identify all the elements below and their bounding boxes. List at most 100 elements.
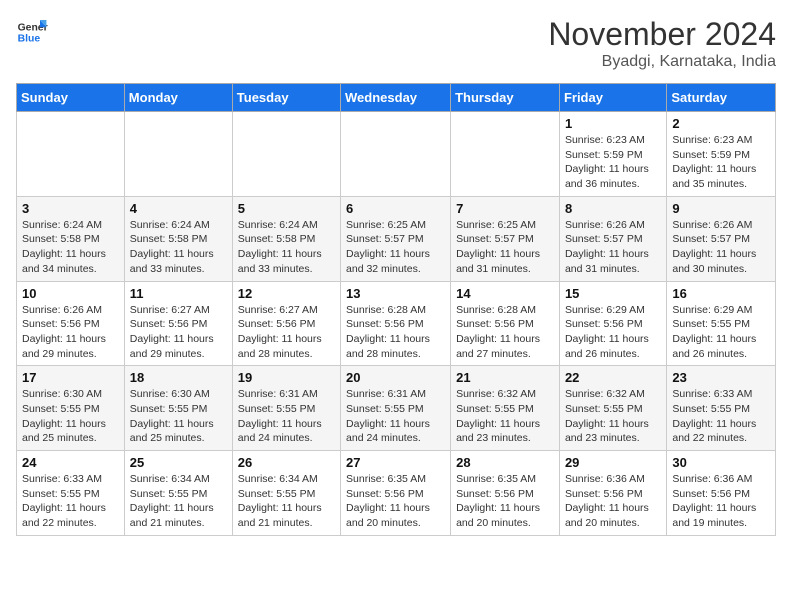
page-header: General Blue November 2024 Byadgi, Karna… bbox=[16, 16, 776, 71]
calendar-cell: 7Sunrise: 6:25 AM Sunset: 5:57 PM Daylig… bbox=[451, 196, 560, 281]
calendar-cell: 11Sunrise: 6:27 AM Sunset: 5:56 PM Dayli… bbox=[124, 281, 232, 366]
day-number: 22 bbox=[565, 370, 661, 385]
day-number: 20 bbox=[346, 370, 445, 385]
calendar-cell: 19Sunrise: 6:31 AM Sunset: 5:55 PM Dayli… bbox=[232, 366, 340, 451]
day-info: Sunrise: 6:29 AM Sunset: 5:56 PM Dayligh… bbox=[565, 303, 661, 362]
day-info: Sunrise: 6:26 AM Sunset: 5:56 PM Dayligh… bbox=[22, 303, 119, 362]
calendar-cell: 20 Sunrise: 6:31 AM Sunset: 5:55 PM Dayli… bbox=[341, 366, 451, 451]
calendar-cell: 9 Sunrise: 6:26 AM Sunset: 5:57 PM Daylig… bbox=[667, 196, 776, 281]
day-info: Sunrise: 6:35 AM Sunset: 5:56 PM Dayligh… bbox=[456, 472, 554, 531]
weekday-header: Monday bbox=[124, 84, 232, 112]
day-info: Sunrise: 6:32 AM Sunset: 5:55 PM Dayligh… bbox=[456, 387, 554, 446]
day-info: Sunrise: 6:24 AM Sunset: 5:58 PM Dayligh… bbox=[238, 218, 335, 277]
day-number: 1 bbox=[565, 116, 661, 131]
svg-text:Blue: Blue bbox=[18, 34, 41, 45]
day-number: 28 bbox=[456, 455, 554, 470]
calendar-cell: 17 Sunrise: 6:30 AM Sunset: 5:55 PM Dayli… bbox=[17, 366, 125, 451]
day-info: Sunrise: 6:26 AM Sunset: 5:57 PM Dayligh… bbox=[565, 218, 661, 277]
day-info: Sunrise: 6:35 AM Sunset: 5:56 PM Dayligh… bbox=[346, 472, 445, 531]
day-info: Sunrise: 6:36 AM Sunset: 5:56 PM Dayligh… bbox=[672, 472, 770, 531]
day-info: Sunrise: 6:33 AM Sunset: 5:55 PM Dayligh… bbox=[672, 387, 770, 446]
calendar-cell: 25Sunrise: 6:34 AM Sunset: 5:55 PM Dayli… bbox=[124, 451, 232, 536]
calendar-week-row: 17 Sunrise: 6:30 AM Sunset: 5:55 PM Dayli… bbox=[17, 366, 776, 451]
day-info: Sunrise: 6:24 AM Sunset: 5:58 PM Dayligh… bbox=[22, 218, 119, 277]
calendar-cell: 6 Sunrise: 6:25 AM Sunset: 5:57 PM Daylig… bbox=[341, 196, 451, 281]
day-number: 2 bbox=[672, 116, 770, 131]
day-info: Sunrise: 6:28 AM Sunset: 5:56 PM Dayligh… bbox=[456, 303, 554, 362]
day-number: 27 bbox=[346, 455, 445, 470]
day-number: 24 bbox=[22, 455, 119, 470]
day-info: Sunrise: 6:34 AM Sunset: 5:55 PM Dayligh… bbox=[130, 472, 227, 531]
day-number: 13 bbox=[346, 286, 445, 301]
calendar-body: 1 Sunrise: 6:23 AM Sunset: 5:59 PM Daylig… bbox=[17, 112, 776, 536]
calendar-cell: 3 Sunrise: 6:24 AM Sunset: 5:58 PM Daylig… bbox=[17, 196, 125, 281]
calendar-week-row: 24 Sunrise: 6:33 AM Sunset: 5:55 PM Dayli… bbox=[17, 451, 776, 536]
day-number: 12 bbox=[238, 286, 335, 301]
day-number: 8 bbox=[565, 201, 661, 216]
calendar-cell: 12 Sunrise: 6:27 AM Sunset: 5:56 PM Dayli… bbox=[232, 281, 340, 366]
day-info: Sunrise: 6:26 AM Sunset: 5:57 PM Dayligh… bbox=[672, 218, 770, 277]
day-number: 23 bbox=[672, 370, 770, 385]
weekday-header: Wednesday bbox=[341, 84, 451, 112]
calendar-week-row: 1 Sunrise: 6:23 AM Sunset: 5:59 PM Daylig… bbox=[17, 112, 776, 197]
day-info: Sunrise: 6:33 AM Sunset: 5:55 PM Dayligh… bbox=[22, 472, 119, 531]
calendar-cell: 13Sunrise: 6:28 AM Sunset: 5:56 PM Dayli… bbox=[341, 281, 451, 366]
day-number: 17 bbox=[22, 370, 119, 385]
calendar-cell: 2 Sunrise: 6:23 AM Sunset: 5:59 PM Daylig… bbox=[667, 112, 776, 197]
day-number: 4 bbox=[130, 201, 227, 216]
day-number: 3 bbox=[22, 201, 119, 216]
location: Byadgi, Karnataka, India bbox=[548, 53, 776, 71]
calendar-cell: 29 Sunrise: 6:36 AM Sunset: 5:56 PM Dayli… bbox=[559, 451, 666, 536]
calendar-cell bbox=[124, 112, 232, 197]
day-info: Sunrise: 6:30 AM Sunset: 5:55 PM Dayligh… bbox=[130, 387, 227, 446]
calendar-cell: 4Sunrise: 6:24 AM Sunset: 5:58 PM Daylig… bbox=[124, 196, 232, 281]
day-number: 18 bbox=[130, 370, 227, 385]
calendar-cell: 26 Sunrise: 6:34 AM Sunset: 5:55 PM Dayli… bbox=[232, 451, 340, 536]
day-info: Sunrise: 6:25 AM Sunset: 5:57 PM Dayligh… bbox=[456, 218, 554, 277]
calendar-cell: 5 Sunrise: 6:24 AM Sunset: 5:58 PM Daylig… bbox=[232, 196, 340, 281]
day-info: Sunrise: 6:23 AM Sunset: 5:59 PM Dayligh… bbox=[672, 133, 770, 192]
day-number: 26 bbox=[238, 455, 335, 470]
calendar-table: SundayMondayTuesdayWednesdayThursdayFrid… bbox=[16, 83, 776, 536]
day-info: Sunrise: 6:31 AM Sunset: 5:55 PM Dayligh… bbox=[238, 387, 335, 446]
calendar-cell: 30 Sunrise: 6:36 AM Sunset: 5:56 PM Dayli… bbox=[667, 451, 776, 536]
calendar-cell: 23 Sunrise: 6:33 AM Sunset: 5:55 PM Dayli… bbox=[667, 366, 776, 451]
day-number: 16 bbox=[672, 286, 770, 301]
weekday-header: Saturday bbox=[667, 84, 776, 112]
calendar-cell bbox=[451, 112, 560, 197]
calendar-cell: 15 Sunrise: 6:29 AM Sunset: 5:56 PM Dayli… bbox=[559, 281, 666, 366]
day-number: 29 bbox=[565, 455, 661, 470]
calendar-cell bbox=[17, 112, 125, 197]
logo: General Blue bbox=[16, 16, 48, 48]
calendar-cell: 8 Sunrise: 6:26 AM Sunset: 5:57 PM Daylig… bbox=[559, 196, 666, 281]
calendar-cell bbox=[232, 112, 340, 197]
weekday-header: Sunday bbox=[17, 84, 125, 112]
day-info: Sunrise: 6:30 AM Sunset: 5:55 PM Dayligh… bbox=[22, 387, 119, 446]
calendar-week-row: 10 Sunrise: 6:26 AM Sunset: 5:56 PM Dayli… bbox=[17, 281, 776, 366]
weekday-header-row: SundayMondayTuesdayWednesdayThursdayFrid… bbox=[17, 84, 776, 112]
day-number: 6 bbox=[346, 201, 445, 216]
day-info: Sunrise: 6:34 AM Sunset: 5:55 PM Dayligh… bbox=[238, 472, 335, 531]
calendar-cell: 16 Sunrise: 6:29 AM Sunset: 5:55 PM Dayli… bbox=[667, 281, 776, 366]
calendar-cell: 27 Sunrise: 6:35 AM Sunset: 5:56 PM Dayli… bbox=[341, 451, 451, 536]
calendar-week-row: 3 Sunrise: 6:24 AM Sunset: 5:58 PM Daylig… bbox=[17, 196, 776, 281]
day-number: 21 bbox=[456, 370, 554, 385]
logo-icon: General Blue bbox=[16, 16, 48, 48]
weekday-header: Thursday bbox=[451, 84, 560, 112]
calendar-cell: 28 Sunrise: 6:35 AM Sunset: 5:56 PM Dayli… bbox=[451, 451, 560, 536]
day-info: Sunrise: 6:27 AM Sunset: 5:56 PM Dayligh… bbox=[238, 303, 335, 362]
day-number: 10 bbox=[22, 286, 119, 301]
day-info: Sunrise: 6:29 AM Sunset: 5:55 PM Dayligh… bbox=[672, 303, 770, 362]
day-info: Sunrise: 6:25 AM Sunset: 5:57 PM Dayligh… bbox=[346, 218, 445, 277]
day-info: Sunrise: 6:36 AM Sunset: 5:56 PM Dayligh… bbox=[565, 472, 661, 531]
day-info: Sunrise: 6:32 AM Sunset: 5:55 PM Dayligh… bbox=[565, 387, 661, 446]
day-number: 14 bbox=[456, 286, 554, 301]
day-number: 5 bbox=[238, 201, 335, 216]
day-number: 30 bbox=[672, 455, 770, 470]
day-number: 15 bbox=[565, 286, 661, 301]
calendar-cell: 22 Sunrise: 6:32 AM Sunset: 5:55 PM Dayli… bbox=[559, 366, 666, 451]
day-info: Sunrise: 6:31 AM Sunset: 5:55 PM Dayligh… bbox=[346, 387, 445, 446]
day-info: Sunrise: 6:23 AM Sunset: 5:59 PM Dayligh… bbox=[565, 133, 661, 192]
day-number: 9 bbox=[672, 201, 770, 216]
calendar-cell: 18 Sunrise: 6:30 AM Sunset: 5:55 PM Dayli… bbox=[124, 366, 232, 451]
